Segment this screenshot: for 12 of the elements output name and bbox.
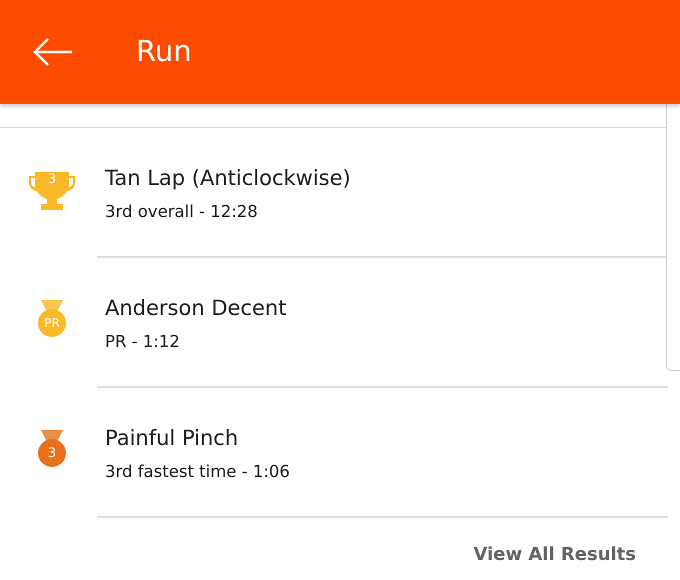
segment-name[interactable]: Painful Pinch (105, 426, 238, 450)
segment-name[interactable]: Tan Lap (Anticlockwise) (105, 166, 351, 190)
view-all-link[interactable]: View All Results (473, 544, 636, 565)
badge-label: PR (44, 316, 60, 330)
badge-label: 3 (48, 172, 56, 187)
result-detail: 3rd overall - 12:28 (105, 202, 258, 220)
badge-label: 3 (48, 446, 56, 461)
screen-title: Run (136, 34, 192, 68)
back-arrow-icon[interactable] (32, 37, 74, 67)
segment-name[interactable]: Anderson Decent (105, 296, 286, 320)
result-detail: 3rd fastest time - 1:06 (105, 462, 290, 480)
result-detail: PR - 1:12 (105, 332, 180, 350)
